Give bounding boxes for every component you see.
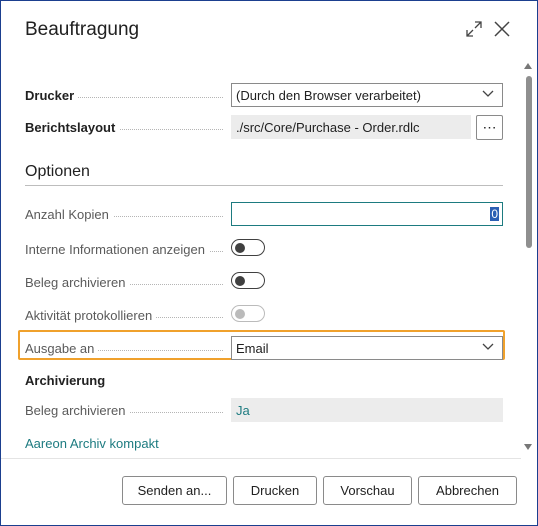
copies-label: Anzahl Kopien <box>25 207 113 222</box>
output-to-row: Ausgabe an Email <box>25 336 503 362</box>
printer-select[interactable]: (Durch den Browser verarbeitet) <box>231 83 503 107</box>
cancel-button[interactable]: Abbrechen <box>418 476 517 505</box>
send-to-button[interactable]: Senden an... <box>122 476 227 505</box>
close-icon[interactable] <box>492 19 512 39</box>
copies-value: 0 <box>490 207 499 221</box>
toggle-knob <box>235 275 245 286</box>
copies-input[interactable]: 0 <box>231 202 503 226</box>
report-layout-row: Berichtslayout ./src/Core/Purchase - Ord… <box>25 115 503 141</box>
internal-info-toggle[interactable] <box>231 239 265 256</box>
report-layout-more-button[interactable]: ⋯ <box>476 115 503 140</box>
archive-doc-label: Beleg archivieren <box>25 275 130 290</box>
printer-label: Drucker <box>25 88 79 103</box>
output-to-label: Ausgabe an <box>25 341 99 356</box>
log-activity-label: Aktivität protokollieren <box>25 308 157 323</box>
printer-row: Drucker (Durch den Browser verarbeitet) <box>25 83 503 109</box>
aareon-archive-link[interactable]: Aareon Archiv kompakt <box>25 436 159 451</box>
scroll-up-icon[interactable] <box>524 63 532 69</box>
report-layout-value: ./src/Core/Purchase - Order.rdlc <box>236 120 420 135</box>
report-layout-label: Berichtslayout <box>25 120 120 135</box>
footer-divider <box>1 458 521 459</box>
expand-icon[interactable] <box>464 19 484 39</box>
request-dialog: Beauftragung Drucker (Durch den Browser … <box>0 0 538 526</box>
chevron-down-icon <box>482 343 494 350</box>
dialog-title: Beauftragung <box>25 19 140 40</box>
output-to-select[interactable]: Email <box>231 336 503 360</box>
log-activity-row: Aktivität protokollieren <box>25 303 503 329</box>
scrollbar-thumb[interactable] <box>526 76 532 248</box>
internal-info-row: Interne Informationen anzeigen <box>25 237 503 263</box>
toggle-knob <box>235 308 245 319</box>
log-activity-toggle <box>231 305 265 322</box>
section-divider <box>25 185 503 186</box>
internal-info-label: Interne Informationen anzeigen <box>25 242 209 257</box>
archiving-archive-doc-label: Beleg archivieren <box>25 403 130 418</box>
archiving-archive-doc-value: Ja <box>231 398 503 422</box>
output-to-value: Email <box>236 341 269 356</box>
archiving-archive-doc-row: Beleg archivieren Ja <box>25 398 503 424</box>
print-button[interactable]: Drucken <box>233 476 317 505</box>
archiving-heading: Archivierung <box>25 373 106 388</box>
options-heading: Optionen <box>25 163 90 180</box>
toggle-knob <box>235 242 245 253</box>
chevron-down-icon <box>482 90 494 97</box>
printer-value: (Durch den Browser verarbeitet) <box>236 88 421 103</box>
archive-doc-row: Beleg archivieren <box>25 270 503 296</box>
report-layout-field[interactable]: ./src/Core/Purchase - Order.rdlc <box>231 115 471 139</box>
scroll-down-icon[interactable] <box>524 444 532 450</box>
archive-doc-toggle[interactable] <box>231 272 265 289</box>
preview-button[interactable]: Vorschau <box>323 476 412 505</box>
copies-row: Anzahl Kopien 0 <box>25 202 503 228</box>
